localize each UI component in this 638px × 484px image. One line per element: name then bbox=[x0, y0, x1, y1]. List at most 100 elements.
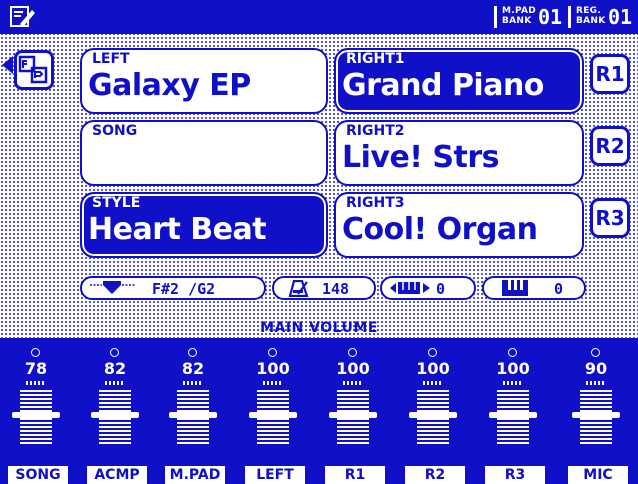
mixer-channel-r1[interactable]: 100 R1 bbox=[325, 338, 385, 484]
pan-knob-icon[interactable] bbox=[508, 348, 517, 357]
fader-handle[interactable] bbox=[572, 412, 620, 418]
volume-value: 82 bbox=[103, 359, 127, 378]
voice-name: Galaxy EP bbox=[88, 68, 251, 103]
metronome-icon bbox=[288, 280, 309, 297]
r1-part-button[interactable]: R1 bbox=[590, 54, 630, 94]
right1-voice-panel[interactable]: RIGHT1 Grand Piano bbox=[334, 48, 584, 114]
channel-label: M.PAD bbox=[165, 466, 225, 484]
mixer-channel-mic[interactable]: 90 MIC bbox=[568, 338, 628, 484]
volume-value: 100 bbox=[336, 359, 370, 378]
volume-fader[interactable] bbox=[337, 390, 369, 446]
channel-label: LEFT bbox=[245, 466, 305, 484]
metronome-slider-icon bbox=[90, 281, 136, 294]
fader-handle[interactable] bbox=[409, 412, 457, 418]
volume-fader[interactable] bbox=[497, 390, 529, 446]
channel-label: R1 bbox=[325, 466, 385, 484]
style-panel[interactable]: STYLE Heart Beat bbox=[80, 192, 328, 258]
volume-value: 78 bbox=[24, 359, 48, 378]
mpad-bank-value: 01 bbox=[538, 5, 563, 29]
panel-title: RIGHT3 bbox=[346, 195, 405, 211]
pan-knob-icon[interactable] bbox=[110, 348, 119, 357]
main-volume-mixer: 78 SONG 82 ACMP 82 M.PAD 100 LEFT 100 R1 bbox=[0, 338, 638, 484]
fader-scale bbox=[503, 381, 523, 385]
volume-fader[interactable] bbox=[177, 390, 209, 446]
part-swap-button[interactable] bbox=[14, 50, 54, 90]
panel-title: SONG bbox=[92, 123, 138, 139]
volume-fader[interactable] bbox=[99, 390, 131, 446]
volume-fader[interactable] bbox=[257, 390, 289, 446]
right3-voice-panel[interactable]: RIGHT3 Cool! Organ bbox=[334, 192, 584, 258]
panel-title: RIGHT2 bbox=[346, 123, 405, 139]
reg-bank-label: REG. BANK bbox=[576, 6, 606, 26]
fader-scale bbox=[105, 381, 125, 385]
mixer-channel-r2[interactable]: 100 R2 bbox=[405, 338, 465, 484]
fader-scale bbox=[586, 381, 606, 385]
key-value: F#2 /G2 bbox=[152, 280, 216, 298]
volume-value: 100 bbox=[416, 359, 450, 378]
chord-key-display[interactable]: F#2 /G2 bbox=[80, 276, 266, 300]
voice-name: Cool! Organ bbox=[342, 212, 538, 247]
octave-display[interactable]: 0 bbox=[482, 276, 586, 300]
main-volume-title: MAIN VOLUME bbox=[260, 320, 378, 336]
channel-label: ACMP bbox=[87, 466, 147, 484]
mixer-channel-song[interactable]: 78 SONG bbox=[8, 338, 68, 484]
channel-label: MIC bbox=[568, 466, 628, 484]
fader-handle[interactable] bbox=[329, 412, 377, 418]
mpad-bank-label: M.PAD BANK bbox=[502, 6, 537, 26]
tempo-display[interactable]: 148 bbox=[272, 276, 376, 300]
edit-icon[interactable] bbox=[10, 6, 36, 28]
divider bbox=[494, 6, 497, 28]
fader-handle[interactable] bbox=[489, 412, 537, 418]
pan-knob-icon[interactable] bbox=[188, 348, 197, 357]
pan-knob-icon[interactable] bbox=[428, 348, 437, 357]
volume-fader[interactable] bbox=[417, 390, 449, 446]
r2-part-button[interactable]: R2 bbox=[590, 126, 630, 166]
style-name: Heart Beat bbox=[88, 212, 267, 247]
fader-handle[interactable] bbox=[12, 412, 60, 418]
song-panel[interactable]: SONG bbox=[80, 120, 328, 186]
transpose-value: 0 bbox=[436, 280, 446, 298]
volume-value: 82 bbox=[181, 359, 205, 378]
mixer-channel-left[interactable]: 100 LEFT bbox=[245, 338, 305, 484]
channel-label: R3 bbox=[485, 466, 545, 484]
mixer-channel-acmp[interactable]: 82 ACMP bbox=[87, 338, 147, 484]
voice-name: Live! Strs bbox=[342, 140, 500, 175]
channel-label: SONG bbox=[8, 466, 68, 484]
voice-name: Grand Piano bbox=[342, 68, 544, 103]
volume-fader[interactable] bbox=[20, 390, 52, 446]
keyboard-icon bbox=[502, 280, 528, 296]
left-voice-panel[interactable]: LEFT Galaxy EP bbox=[80, 48, 328, 114]
pan-knob-icon[interactable] bbox=[348, 348, 357, 357]
transpose-icon bbox=[390, 282, 430, 294]
fader-scale bbox=[263, 381, 283, 385]
pan-knob-icon[interactable] bbox=[591, 348, 600, 357]
fader-handle[interactable] bbox=[249, 412, 297, 418]
reg-bank-value: 01 bbox=[608, 5, 633, 29]
fader-handle[interactable] bbox=[169, 412, 217, 418]
panel-title: STYLE bbox=[92, 195, 141, 211]
volume-fader[interactable] bbox=[580, 390, 612, 446]
mixer-channel-r3[interactable]: 100 R3 bbox=[485, 338, 545, 484]
pan-knob-icon[interactable] bbox=[31, 348, 40, 357]
panel-title: LEFT bbox=[92, 51, 130, 67]
r3-part-button[interactable]: R3 bbox=[590, 198, 630, 238]
volume-value: 90 bbox=[584, 359, 608, 378]
divider bbox=[568, 6, 571, 28]
swap-icon bbox=[18, 55, 48, 84]
channel-label: R2 bbox=[405, 466, 465, 484]
fader-scale bbox=[343, 381, 363, 385]
right2-voice-panel[interactable]: RIGHT2 Live! Strs bbox=[334, 120, 584, 186]
fader-scale bbox=[423, 381, 443, 385]
volume-value: 100 bbox=[256, 359, 290, 378]
left-arrow-icon bbox=[2, 56, 13, 74]
mixer-channel-mpad[interactable]: 82 M.PAD bbox=[165, 338, 225, 484]
panel-title: RIGHT1 bbox=[346, 51, 405, 67]
status-bar: M.PAD BANK 01 REG. BANK 01 bbox=[0, 0, 638, 34]
tempo-value: 148 bbox=[322, 280, 350, 298]
fader-scale bbox=[183, 381, 203, 385]
transpose-display[interactable]: 0 bbox=[380, 276, 476, 300]
volume-value: 100 bbox=[496, 359, 530, 378]
fader-handle[interactable] bbox=[91, 412, 139, 418]
pan-knob-icon[interactable] bbox=[268, 348, 277, 357]
fader-scale bbox=[26, 381, 46, 385]
